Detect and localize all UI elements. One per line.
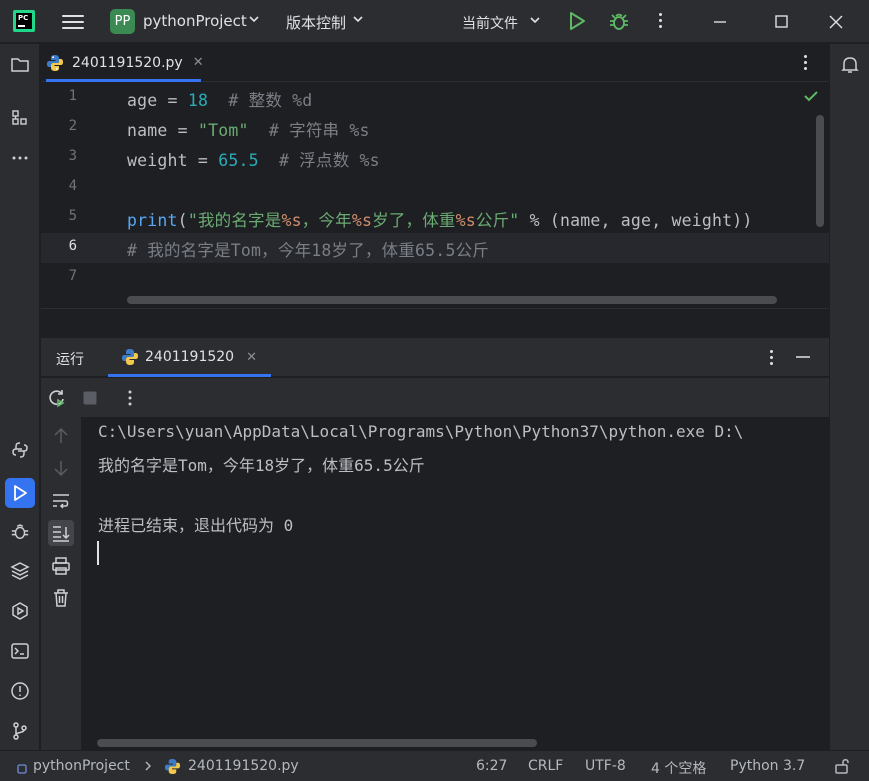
chevron-down-icon[interactable]: [352, 14, 364, 27]
editor-tab-label: 2401191520.py: [72, 54, 183, 71]
debug-tool-icon[interactable]: [8, 519, 32, 543]
chevron-down-icon[interactable]: [529, 15, 541, 28]
console-line: C:\Users\yuan\AppData\Local\Programs\Pyt…: [98, 422, 744, 441]
more-icon[interactable]: [763, 347, 779, 369]
run-icon[interactable]: [567, 11, 587, 31]
line-number: 2: [68, 118, 77, 134]
line-number: 5: [68, 208, 77, 224]
down-arrow-icon[interactable]: [48, 455, 74, 481]
indent-setting[interactable]: 4 个空格: [651, 758, 706, 778]
rerun-icon[interactable]: [46, 387, 68, 409]
more-icon[interactable]: [797, 52, 813, 74]
inspection-ok-icon[interactable]: [803, 89, 819, 107]
code-line: age = 18 # 整数 %d: [127, 91, 313, 110]
terminal-icon[interactable]: [8, 639, 32, 663]
run-toolbar: [41, 378, 829, 417]
console-line: 进程已结束，退出代码为 0: [98, 516, 294, 535]
lock-icon[interactable]: [833, 757, 851, 779]
run-tab-label: 2401191520: [145, 349, 235, 365]
line-number: 6: [68, 238, 77, 254]
line-number: 4: [68, 178, 77, 194]
python-file-icon: [47, 54, 63, 71]
print-icon[interactable]: [48, 553, 74, 579]
title-bar: PC PP pythonProject 版本控制 当前文件: [0, 0, 869, 43]
project-badge[interactable]: PP: [110, 9, 135, 34]
code-line: # 我的名字是Tom，今年18岁了，体重65.5公斤: [127, 241, 489, 260]
services-icon[interactable]: [8, 599, 32, 623]
close-icon[interactable]: ✕: [193, 55, 204, 70]
close-icon[interactable]: ✕: [246, 350, 257, 365]
project-icon: [17, 762, 27, 778]
console-line: 我的名字是Tom，今年18岁了，体重65.5公斤: [98, 456, 425, 475]
minimize-panel-icon[interactable]: [794, 348, 812, 366]
layers-icon[interactable]: [8, 559, 32, 583]
horizontal-scrollbar[interactable]: [127, 296, 777, 304]
console-side-toolbar: [41, 417, 82, 750]
code-line: weight = 65.5 # 浮点数 %s: [127, 151, 380, 170]
project-name[interactable]: pythonProject: [143, 12, 247, 30]
line-number: 1: [68, 88, 77, 104]
git-icon[interactable]: [8, 719, 32, 743]
line-number: 3: [68, 148, 77, 164]
line-gutter: 1 2 3 4 5 6 7: [41, 83, 125, 308]
debug-icon[interactable]: [608, 10, 630, 32]
python-file-icon: [122, 349, 138, 365]
code-line: name = "Tom" # 字符串 %s: [127, 121, 370, 140]
main-menu-icon[interactable]: [62, 12, 84, 30]
stop-icon[interactable]: [79, 387, 101, 409]
run-tab[interactable]: 2401191520 ✕: [121, 338, 257, 376]
text-caret: [97, 541, 99, 565]
more-tools-icon[interactable]: [8, 146, 32, 170]
code-editor[interactable]: 1 2 3 4 5 6 7 age = 18 # 整数 %d name = "T…: [41, 83, 829, 308]
left-tool-strip: [0, 44, 40, 750]
chevron-right-icon: [143, 760, 153, 776]
trash-icon[interactable]: [48, 585, 74, 611]
python-interpreter[interactable]: Python 3.7: [730, 758, 805, 774]
folder-icon[interactable]: [8, 53, 32, 77]
file-encoding[interactable]: UTF-8: [585, 758, 626, 774]
chevron-down-icon[interactable]: [248, 14, 260, 27]
vertical-scrollbar[interactable]: [816, 115, 824, 227]
active-tab-indicator: [108, 374, 271, 377]
more-icon[interactable]: [652, 10, 668, 32]
maximize-icon[interactable]: [772, 12, 792, 32]
breadcrumb-file[interactable]: 2401191520.py: [188, 758, 299, 774]
console-output[interactable]: C:\Users\yuan\AppData\Local\Programs\Pyt…: [82, 417, 829, 750]
run-panel-title: 运行: [56, 352, 84, 368]
code-line: print("我的名字是%s，今年%s岁了，体重%s公斤" % (name, a…: [127, 211, 753, 230]
python-console-icon[interactable]: [8, 438, 32, 462]
pycharm-logo-icon: PC: [13, 10, 35, 32]
cursor-position[interactable]: 6:27: [476, 758, 507, 774]
line-separator[interactable]: CRLF: [528, 758, 563, 774]
editor-tab[interactable]: 2401191520.py ✕: [46, 44, 204, 81]
minimize-icon[interactable]: [710, 12, 730, 32]
python-file-icon: [164, 758, 181, 779]
vcs-menu[interactable]: 版本控制: [286, 12, 346, 33]
structure-icon[interactable]: [8, 106, 32, 130]
problems-icon[interactable]: [8, 679, 32, 703]
scroll-to-end-icon[interactable]: [48, 520, 74, 546]
editor-tab-bar: 2401191520.py ✕: [41, 44, 829, 82]
up-arrow-icon[interactable]: [48, 423, 74, 449]
panel-splitter[interactable]: [41, 308, 829, 338]
right-tool-strip: [829, 44, 869, 750]
run-panel-header: 运行 2401191520 ✕: [41, 338, 829, 377]
more-icon[interactable]: [119, 387, 141, 409]
run-config-selector[interactable]: 当前文件: [462, 13, 518, 33]
active-tab-indicator: [46, 79, 201, 82]
soft-wrap-icon[interactable]: [48, 488, 74, 514]
status-bar: pythonProject 2401191520.py 6:27 CRLF UT…: [0, 750, 869, 781]
line-number: 7: [68, 268, 77, 284]
notifications-icon[interactable]: [838, 53, 862, 77]
run-tool-icon[interactable]: [5, 478, 35, 508]
horizontal-scrollbar[interactable]: [97, 739, 537, 747]
close-icon[interactable]: [826, 12, 848, 32]
breadcrumb-project[interactable]: pythonProject: [33, 758, 130, 774]
